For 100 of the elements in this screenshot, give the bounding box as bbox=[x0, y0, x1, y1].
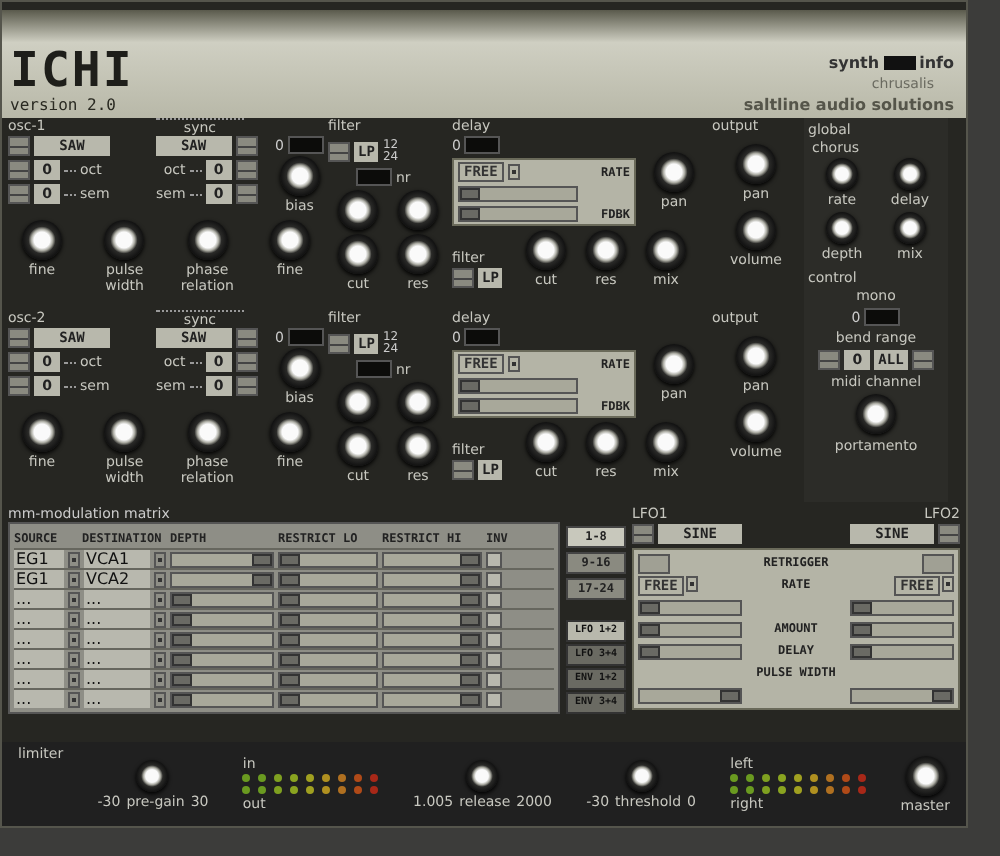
invert-checkbox[interactable] bbox=[486, 691, 502, 707]
knob[interactable] bbox=[187, 220, 228, 260]
knob[interactable] bbox=[279, 348, 320, 388]
stepper-button[interactable] bbox=[235, 184, 258, 204]
stepper-button[interactable] bbox=[452, 268, 474, 288]
knob[interactable] bbox=[22, 220, 62, 260]
destination-dropdown[interactable]: ... bbox=[84, 650, 150, 668]
slider-thumb[interactable] bbox=[172, 613, 192, 625]
knob[interactable] bbox=[586, 422, 626, 462]
slider-thumb[interactable] bbox=[932, 689, 952, 701]
knob[interactable] bbox=[398, 426, 438, 466]
restrict-hi-slider[interactable] bbox=[382, 631, 482, 647]
knob[interactable] bbox=[625, 759, 658, 791]
slider-thumb[interactable] bbox=[460, 400, 480, 412]
knob[interactable] bbox=[187, 412, 228, 452]
invert-checkbox[interactable] bbox=[486, 551, 502, 567]
slider-thumb[interactable] bbox=[852, 601, 872, 613]
knob[interactable] bbox=[736, 144, 776, 184]
knob[interactable] bbox=[526, 422, 566, 462]
depth-slider[interactable] bbox=[170, 671, 274, 687]
slider-thumb[interactable] bbox=[280, 653, 300, 665]
restrict-hi-slider[interactable] bbox=[382, 551, 482, 567]
knob[interactable] bbox=[856, 394, 896, 434]
knob[interactable] bbox=[905, 755, 946, 795]
stepper-button[interactable] bbox=[911, 350, 934, 370]
stepper-button[interactable] bbox=[235, 328, 258, 348]
stepper-button[interactable] bbox=[235, 136, 258, 156]
depth-slider[interactable] bbox=[170, 591, 274, 607]
stepper-button[interactable] bbox=[235, 352, 258, 372]
slider-thumb[interactable] bbox=[172, 673, 192, 685]
knob[interactable] bbox=[466, 759, 499, 791]
stepper-button[interactable] bbox=[938, 524, 960, 544]
slider-thumb[interactable] bbox=[172, 633, 192, 645]
depth-slider[interactable] bbox=[170, 571, 274, 587]
slider-thumb[interactable] bbox=[640, 601, 660, 613]
depth-slider[interactable] bbox=[170, 551, 274, 567]
slider-thumb[interactable] bbox=[460, 573, 480, 585]
rate-slider[interactable] bbox=[458, 186, 578, 202]
nr-switch[interactable] bbox=[356, 168, 392, 186]
stepper-button[interactable] bbox=[8, 352, 30, 372]
slider-thumb[interactable] bbox=[280, 593, 300, 605]
source-dropdown[interactable]: ... bbox=[14, 670, 64, 688]
source-dropdown[interactable]: ... bbox=[14, 650, 64, 668]
knob[interactable] bbox=[654, 344, 694, 384]
slider-thumb[interactable] bbox=[460, 633, 480, 645]
depth-slider[interactable] bbox=[170, 611, 274, 627]
knob[interactable] bbox=[586, 230, 626, 270]
feedback-slider[interactable] bbox=[458, 206, 578, 222]
stepper-button[interactable] bbox=[328, 334, 350, 354]
destination-dropdown[interactable]: ... bbox=[84, 610, 150, 628]
stepper-button[interactable] bbox=[8, 160, 30, 180]
slider-thumb[interactable] bbox=[640, 623, 660, 635]
source-dropdown[interactable]: ... bbox=[14, 590, 64, 608]
slider-thumb[interactable] bbox=[460, 188, 480, 200]
knob[interactable] bbox=[136, 759, 169, 791]
stepper-button[interactable] bbox=[8, 184, 30, 204]
knob[interactable] bbox=[894, 158, 926, 190]
slider-thumb[interactable] bbox=[460, 653, 480, 665]
knob[interactable] bbox=[736, 402, 776, 442]
menu-link[interactable]: info bbox=[919, 54, 954, 72]
source-dropdown[interactable]: ... bbox=[14, 630, 64, 648]
restrict-hi-slider[interactable] bbox=[382, 591, 482, 607]
destination-dropdown[interactable]: ... bbox=[84, 590, 150, 608]
slider-thumb[interactable] bbox=[460, 208, 480, 220]
slider-thumb[interactable] bbox=[280, 613, 300, 625]
knob[interactable] bbox=[526, 230, 566, 270]
knob[interactable] bbox=[826, 212, 858, 244]
knob[interactable] bbox=[279, 156, 320, 196]
destination-dropdown[interactable]: ... bbox=[84, 670, 150, 688]
restrict-hi-slider[interactable] bbox=[382, 671, 482, 687]
knob[interactable] bbox=[736, 336, 776, 376]
stepper-button[interactable] bbox=[235, 160, 258, 180]
amount-slider[interactable] bbox=[638, 621, 742, 637]
knob[interactable] bbox=[269, 220, 310, 260]
depth-slider[interactable] bbox=[170, 651, 274, 667]
stepper-button[interactable] bbox=[328, 142, 350, 162]
stepper-button[interactable] bbox=[452, 460, 474, 480]
restrict-lo-slider[interactable] bbox=[278, 591, 378, 607]
destination-dropdown[interactable]: ... bbox=[84, 630, 150, 648]
amount-slider[interactable] bbox=[850, 621, 954, 637]
pulse-width-slider[interactable] bbox=[850, 687, 954, 703]
feedback-slider[interactable] bbox=[458, 398, 578, 414]
slider-thumb[interactable] bbox=[852, 623, 872, 635]
restrict-hi-slider[interactable] bbox=[382, 691, 482, 707]
restrict-lo-slider[interactable] bbox=[278, 631, 378, 647]
knob[interactable] bbox=[338, 382, 378, 422]
nr-switch[interactable] bbox=[356, 360, 392, 378]
invert-checkbox[interactable] bbox=[486, 651, 502, 667]
restrict-lo-slider[interactable] bbox=[278, 671, 378, 687]
stepper-button[interactable] bbox=[8, 328, 30, 348]
stepper-button[interactable] bbox=[8, 136, 30, 156]
knob[interactable] bbox=[269, 412, 310, 452]
invert-checkbox[interactable] bbox=[486, 671, 502, 687]
knob[interactable] bbox=[736, 210, 776, 250]
delay-slider[interactable] bbox=[850, 643, 954, 659]
source-dropdown[interactable]: EG1 bbox=[14, 570, 64, 588]
knob[interactable] bbox=[398, 234, 438, 274]
knob[interactable] bbox=[338, 234, 378, 274]
restrict-lo-slider[interactable] bbox=[278, 571, 378, 587]
destination-dropdown[interactable]: VCA2 bbox=[84, 570, 150, 588]
